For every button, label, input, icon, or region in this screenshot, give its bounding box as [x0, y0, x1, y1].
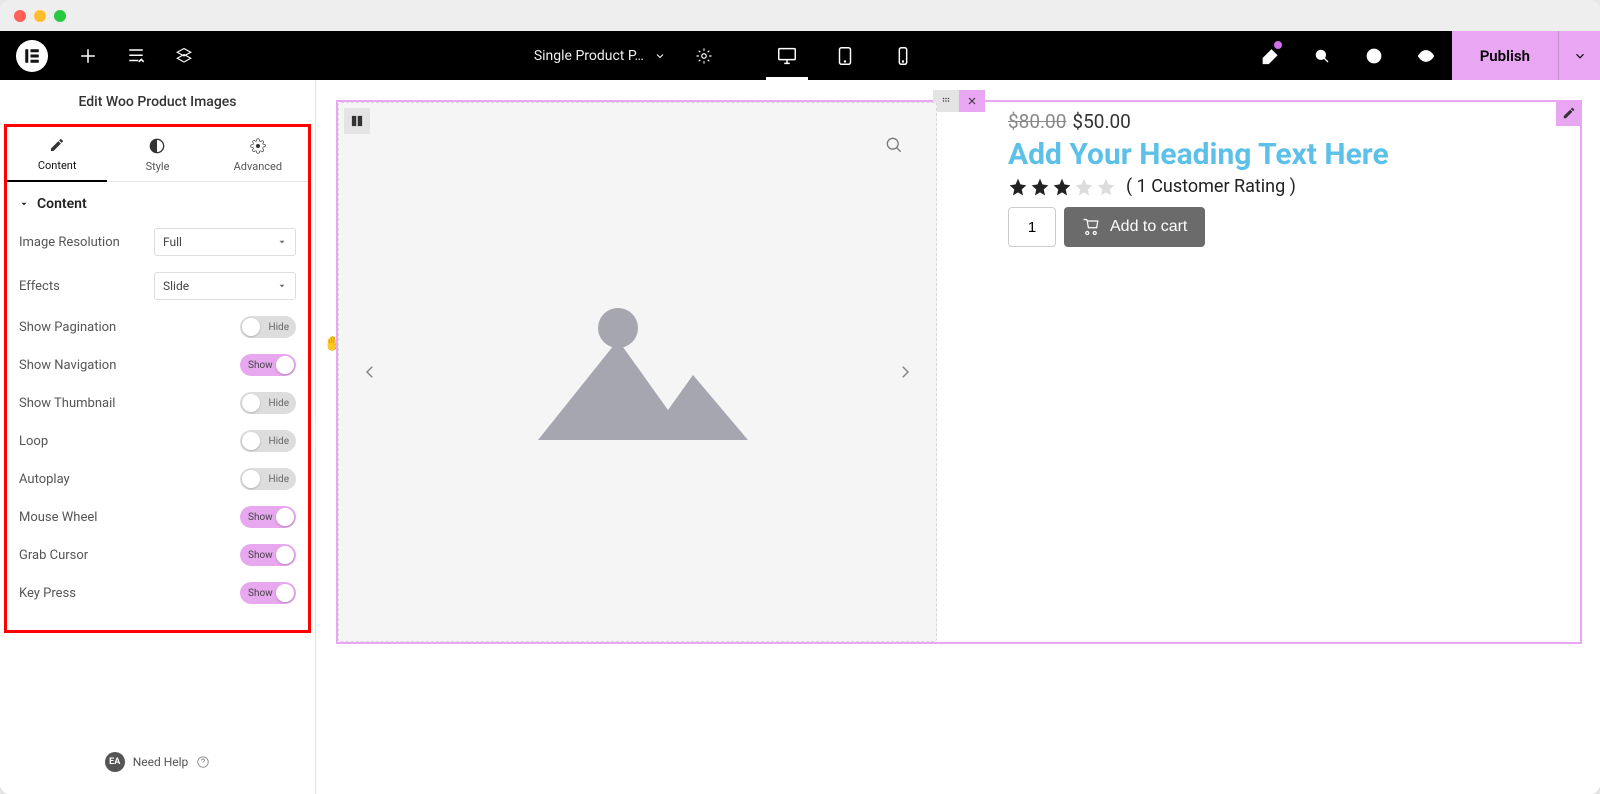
select-value: Full: [163, 235, 182, 249]
pencil-icon: [49, 137, 65, 153]
toggle-loop[interactable]: Hide: [240, 430, 296, 452]
add-element-button[interactable]: [64, 31, 112, 80]
section-delete-button[interactable]: [959, 90, 985, 112]
elementor-section[interactable]: $80.00$50.00 Add Your Heading Text Here …: [336, 100, 1582, 644]
preview-button[interactable]: [1400, 31, 1452, 80]
product-heading[interactable]: Add Your Heading Text Here: [1008, 137, 1560, 172]
add-to-cart-button[interactable]: Add to cart: [1064, 207, 1205, 247]
price-original: $80.00: [1008, 110, 1066, 133]
section-label: Content: [37, 196, 87, 212]
toggle-autoplay[interactable]: Hide: [240, 468, 296, 490]
panel-title: Edit Woo Product Images: [0, 80, 315, 124]
tab-style[interactable]: Style: [107, 127, 207, 182]
stars-icon: [1008, 177, 1116, 197]
caret-down-icon: [19, 199, 29, 209]
control-label-show-thumbnail: Show Thumbnail: [19, 396, 115, 411]
column-edit-button[interactable]: [1556, 100, 1582, 126]
section-structure-button[interactable]: [344, 108, 370, 134]
publish-button[interactable]: Publish: [1452, 31, 1558, 80]
price-current: $50.00: [1072, 110, 1130, 133]
chevron-down-icon: [654, 50, 666, 62]
minimize-window-button[interactable]: [34, 10, 46, 22]
finder-search-button[interactable]: [1296, 31, 1348, 80]
tab-content-label: Content: [38, 159, 77, 172]
cart-icon: [1082, 218, 1100, 236]
notifications-button[interactable]: [1244, 31, 1296, 80]
gear-icon: [250, 138, 266, 154]
caret-down-icon: [277, 237, 287, 247]
toggle-show-pagination[interactable]: Hide: [240, 316, 296, 338]
control-label-show-navigation: Show Navigation: [19, 358, 116, 373]
toggle-show-thumbnail[interactable]: Hide: [240, 392, 296, 414]
control-label-autoplay: Autoplay: [19, 472, 70, 487]
elementor-logo[interactable]: [16, 40, 48, 72]
publish-label: Publish: [1480, 47, 1530, 65]
panel-tabs-highlight: Content Style Advanced Content: [4, 124, 311, 633]
zoom-icon[interactable]: [880, 131, 908, 159]
document-title: Single Product P…: [534, 48, 644, 64]
help-button[interactable]: [1348, 31, 1400, 80]
control-label-loop: Loop: [19, 434, 48, 449]
rating-text: ( 1 Customer Rating ): [1126, 176, 1296, 197]
device-desktop-button[interactable]: [758, 31, 816, 80]
control-label-grab-cursor: Grab Cursor: [19, 548, 88, 563]
control-label-show-pagination: Show Pagination: [19, 320, 116, 335]
select-effects[interactable]: Slide: [154, 272, 296, 300]
product-info-column[interactable]: $80.00$50.00 Add Your Heading Text Here …: [938, 102, 1580, 642]
product-image-column[interactable]: [338, 102, 938, 642]
slider-prev-button[interactable]: [353, 355, 387, 389]
device-mobile-button[interactable]: [874, 31, 932, 80]
need-help-label: Need Help: [133, 755, 189, 769]
product-image-slider[interactable]: [338, 102, 937, 642]
product-rating: ( 1 Customer Rating ): [1008, 176, 1560, 197]
control-label-effects: Effects: [19, 279, 60, 294]
document-selector[interactable]: Single Product P…: [520, 48, 680, 64]
need-help-link[interactable]: EA Need Help: [0, 738, 315, 786]
close-window-button[interactable]: [14, 10, 26, 22]
document-settings-button[interactable]: [680, 31, 728, 80]
tab-style-label: Style: [146, 160, 170, 173]
tab-content[interactable]: Content: [7, 127, 107, 182]
control-label-key-press: Key Press: [19, 586, 76, 601]
contrast-icon: [149, 138, 165, 154]
device-tablet-button[interactable]: [816, 31, 874, 80]
editor-topbar: Single Product P… Publish: [0, 31, 1600, 80]
select-image-resolution[interactable]: Full: [154, 228, 296, 256]
product-price: $80.00 $50.00: [1008, 110, 1560, 133]
add-to-cart-label: Add to cart: [1110, 218, 1187, 236]
question-circle-icon: [196, 755, 210, 769]
toggle-grab-cursor[interactable]: Show: [240, 544, 296, 566]
quantity-input[interactable]: [1008, 207, 1056, 247]
control-label-image-resolution: Image Resolution: [19, 235, 120, 250]
tab-advanced[interactable]: Advanced: [208, 127, 308, 182]
section-toggle-content[interactable]: Content: [7, 182, 308, 220]
toggle-key-press[interactable]: Show: [240, 582, 296, 604]
caret-down-icon: [277, 281, 287, 291]
widget-panel: Edit Woo Product Images Content Style Ad…: [0, 80, 316, 794]
toggle-show-navigation[interactable]: Show: [240, 354, 296, 376]
maximize-window-button[interactable]: [54, 10, 66, 22]
control-label-mouse-wheel: Mouse Wheel: [19, 510, 97, 525]
preview-canvas[interactable]: ✋: [316, 80, 1600, 794]
tab-advanced-label: Advanced: [234, 160, 282, 173]
toggle-mouse-wheel[interactable]: Show: [240, 506, 296, 528]
ea-badge-icon: EA: [105, 752, 125, 772]
select-value: Slide: [163, 279, 189, 293]
macos-titlebar: [0, 0, 1600, 31]
site-settings-button[interactable]: [112, 31, 160, 80]
slider-next-button[interactable]: [888, 355, 922, 389]
structure-button[interactable]: [160, 31, 208, 80]
image-placeholder-icon: [518, 280, 758, 464]
publish-options-button[interactable]: [1558, 31, 1600, 80]
